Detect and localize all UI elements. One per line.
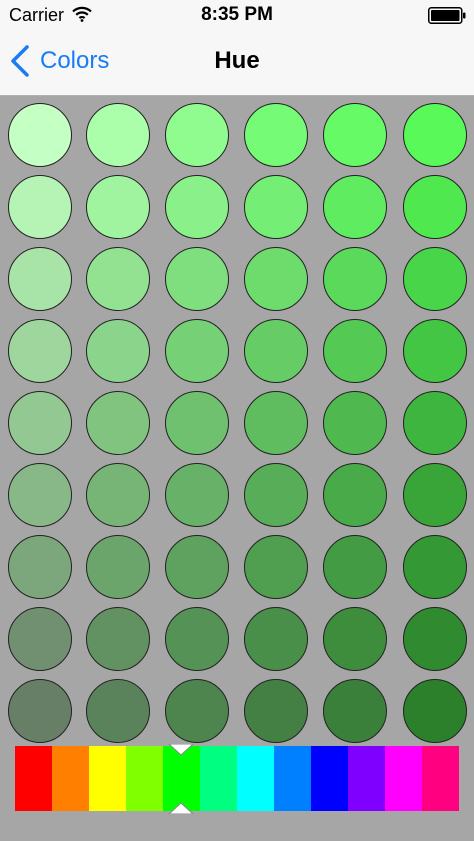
color-swatch[interactable]	[323, 391, 387, 455]
hue-segment[interactable]	[274, 746, 311, 811]
color-swatch[interactable]	[8, 391, 72, 455]
color-swatch[interactable]	[8, 535, 72, 599]
color-swatch[interactable]	[165, 679, 229, 743]
color-swatch[interactable]	[403, 247, 467, 311]
page-title: Hue	[214, 47, 260, 74]
color-swatch[interactable]	[165, 175, 229, 239]
color-swatch[interactable]	[403, 319, 467, 383]
color-swatch[interactable]	[8, 679, 72, 743]
color-swatch[interactable]	[323, 535, 387, 599]
color-swatch[interactable]	[323, 607, 387, 671]
clock: 8:35 PM	[201, 4, 273, 25]
color-swatch[interactable]	[403, 103, 467, 167]
hue-segment[interactable]	[126, 746, 163, 811]
color-swatch[interactable]	[323, 319, 387, 383]
hue-segment[interactable]	[422, 746, 459, 811]
color-swatch[interactable]	[8, 103, 72, 167]
color-swatch[interactable]	[86, 679, 150, 743]
color-swatch[interactable]	[8, 175, 72, 239]
color-swatch[interactable]	[244, 391, 308, 455]
color-swatch[interactable]	[8, 607, 72, 671]
color-swatch[interactable]	[8, 247, 72, 311]
color-swatch[interactable]	[86, 607, 150, 671]
color-swatch[interactable]	[244, 679, 308, 743]
color-swatch[interactable]	[244, 607, 308, 671]
color-swatch[interactable]	[165, 535, 229, 599]
color-swatch[interactable]	[165, 607, 229, 671]
color-swatch[interactable]	[403, 679, 467, 743]
color-swatch[interactable]	[323, 463, 387, 527]
hue-segment[interactable]	[237, 746, 274, 811]
color-swatch[interactable]	[323, 247, 387, 311]
color-swatch[interactable]	[244, 535, 308, 599]
color-swatch[interactable]	[165, 247, 229, 311]
color-swatch[interactable]	[165, 391, 229, 455]
hue-segment[interactable]	[200, 746, 237, 811]
color-swatch[interactable]	[403, 175, 467, 239]
color-swatch-grid	[0, 96, 474, 746]
color-swatch[interactable]	[244, 247, 308, 311]
color-swatch[interactable]	[244, 319, 308, 383]
hue-segment[interactable]	[89, 746, 126, 811]
color-swatch[interactable]	[403, 607, 467, 671]
color-swatch[interactable]	[86, 103, 150, 167]
color-swatch[interactable]	[8, 463, 72, 527]
hue-segment[interactable]	[348, 746, 385, 811]
color-swatch[interactable]	[165, 463, 229, 527]
color-swatch[interactable]	[86, 175, 150, 239]
status-bar: Carrier 8:35 PM	[0, 0, 474, 30]
color-swatch[interactable]	[86, 247, 150, 311]
color-swatch[interactable]	[165, 103, 229, 167]
color-swatch[interactable]	[323, 679, 387, 743]
hue-segment[interactable]	[385, 746, 422, 811]
color-swatch[interactable]	[244, 463, 308, 527]
color-swatch[interactable]	[403, 535, 467, 599]
color-swatch[interactable]	[403, 463, 467, 527]
color-swatch[interactable]	[165, 319, 229, 383]
navigation-bar: Colors Hue	[0, 30, 474, 96]
battery-icon	[428, 7, 466, 24]
hue-bar[interactable]	[15, 746, 459, 811]
color-swatch[interactable]	[86, 391, 150, 455]
hue-segment-selected[interactable]	[163, 746, 200, 811]
color-swatch[interactable]	[403, 391, 467, 455]
color-swatch[interactable]	[86, 319, 150, 383]
color-swatch[interactable]	[8, 319, 72, 383]
hue-segment[interactable]	[311, 746, 348, 811]
color-swatch[interactable]	[86, 535, 150, 599]
color-swatch[interactable]	[244, 175, 308, 239]
hue-segment[interactable]	[15, 746, 52, 811]
color-swatch[interactable]	[244, 103, 308, 167]
color-swatch[interactable]	[323, 175, 387, 239]
hue-segment[interactable]	[52, 746, 89, 811]
color-swatch[interactable]	[323, 103, 387, 167]
color-swatch[interactable]	[86, 463, 150, 527]
